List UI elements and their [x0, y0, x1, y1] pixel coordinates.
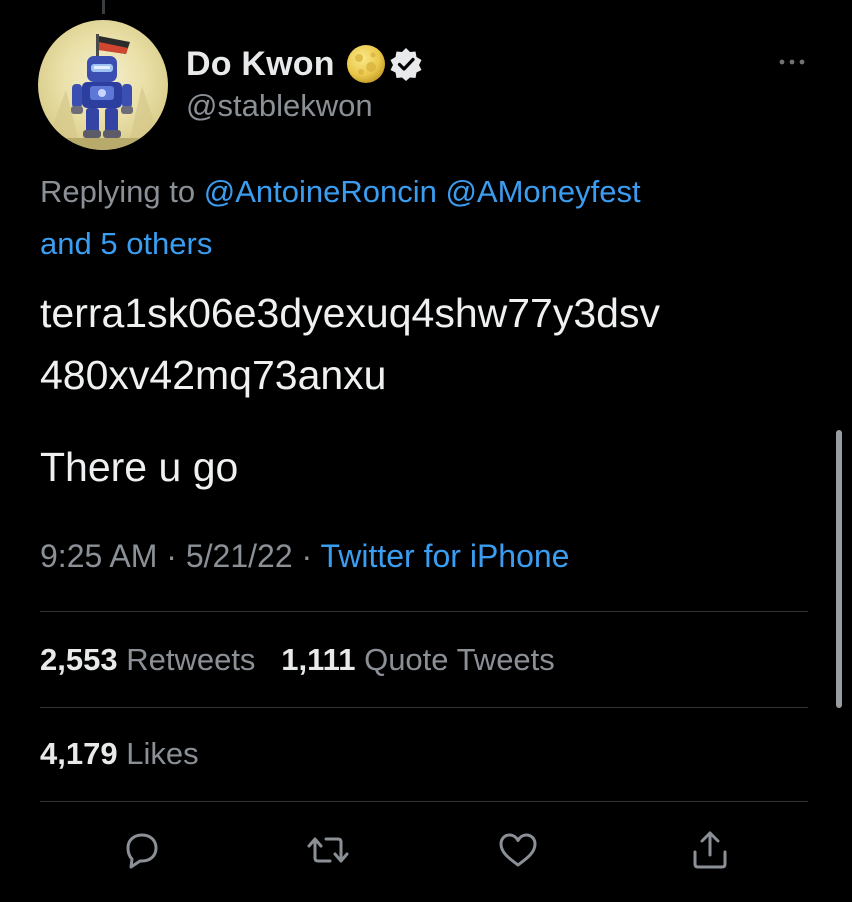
tweet-source-link[interactable]: Twitter for iPhone	[320, 538, 569, 574]
tweet-text: terra1sk06e3dyexuq4shw77y3dsv 480xv42mq7…	[40, 282, 830, 498]
likes-count: 4,179	[40, 736, 118, 771]
thread-connector-line	[102, 0, 105, 14]
reply-icon[interactable]	[120, 828, 164, 872]
reply-others-link[interactable]: and 5 others	[40, 226, 212, 261]
scrollbar[interactable]	[836, 430, 842, 708]
quote-tweets-count: 1,111	[281, 642, 356, 677]
retweets-stat[interactable]: 2,553 Retweets	[40, 642, 264, 677]
tweet-time[interactable]: 9:25 AM	[40, 538, 157, 574]
retweet-icon[interactable]	[306, 828, 350, 872]
tweet-text-line: 480xv42mq73anxu	[40, 352, 387, 398]
retweets-label: Retweets	[126, 642, 256, 677]
quote-tweets-label: Quote Tweets	[364, 642, 555, 677]
like-icon[interactable]	[496, 828, 540, 872]
tweet-text-line: There u go	[40, 444, 239, 490]
tweet-text-line: terra1sk06e3dyexuq4shw77y3dsv	[40, 290, 660, 336]
divider	[40, 611, 808, 612]
meta-separator: ·	[301, 538, 313, 574]
reply-context: Replying to @AntoineRoncin @AMoneyfest a…	[40, 166, 800, 270]
more-options-icon[interactable]	[776, 52, 808, 72]
robot-avatar-icon	[38, 34, 168, 150]
mention-link[interactable]: @AMoneyfest	[445, 174, 640, 209]
retweet-quote-stats: 2,553 Retweets 1,111 Quote Tweets	[40, 642, 555, 678]
replying-prefix: Replying to	[40, 174, 196, 209]
mention-link[interactable]: @AntoineRoncin	[204, 174, 437, 209]
avatar[interactable]	[38, 20, 168, 150]
likes-label: Likes	[126, 736, 199, 771]
likes-stats[interactable]: 4,179 Likes	[40, 736, 199, 772]
tweet-action-bar	[0, 828, 852, 878]
tweet-meta: 9:25 AM · 5/21/22 · Twitter for iPhone	[40, 538, 569, 575]
divider	[40, 801, 808, 802]
quote-tweets-stat[interactable]: 1,111 Quote Tweets	[281, 642, 555, 677]
divider	[40, 707, 808, 708]
author-handle[interactable]: @stablekwon	[186, 88, 373, 124]
tweet-date[interactable]: 5/21/22	[186, 538, 293, 574]
meta-separator: ·	[166, 538, 177, 574]
display-name[interactable]: Do Kwon	[186, 45, 335, 84]
retweets-count: 2,553	[40, 642, 118, 677]
author-name-row: Do Kwon	[186, 44, 423, 84]
full-moon-emoji-icon	[345, 43, 387, 85]
verified-badge-icon	[389, 47, 423, 81]
share-icon[interactable]	[688, 828, 732, 872]
